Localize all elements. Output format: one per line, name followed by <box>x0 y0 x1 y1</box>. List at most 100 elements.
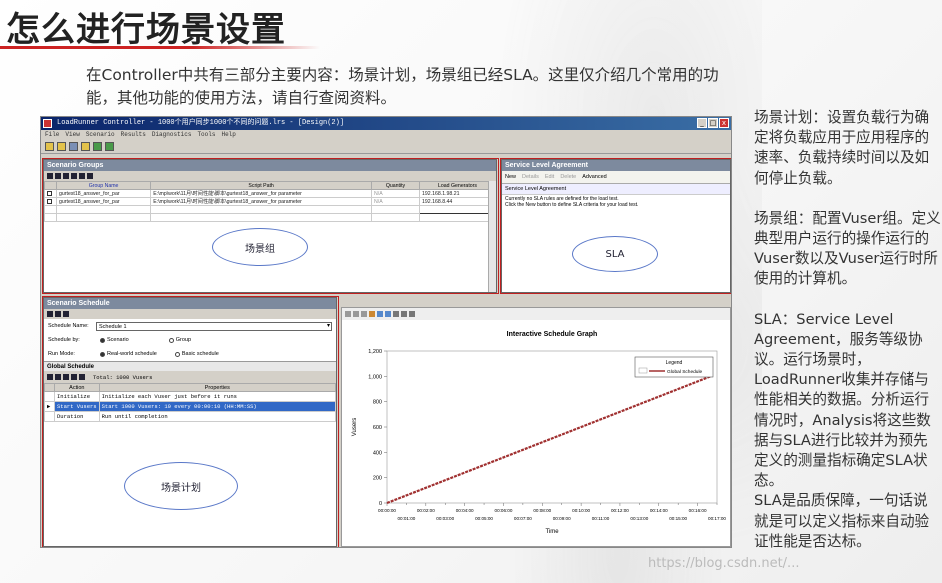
y-tick-label: 400 <box>373 450 382 456</box>
desc-sla: SLA：Service Level Agreement，服务等级协议。运行场景时… <box>754 310 931 490</box>
slide-title: 怎么进行场景设置 <box>6 10 286 50</box>
global-schedule-title: Global Schedule <box>44 361 336 371</box>
new-scenario-icon[interactable] <box>45 142 54 151</box>
move-down-icon[interactable] <box>79 374 85 380</box>
col-script-path[interactable]: Script Path <box>150 181 372 190</box>
window-title: LoadRunner Controller - 1000个用户同步1000个不同… <box>57 119 345 127</box>
table-row[interactable]: Initialize Initialize each Vuser just bef… <box>44 391 337 402</box>
sla-delete-button[interactable]: Delete <box>560 174 576 180</box>
menu-view[interactable]: View <box>65 130 79 140</box>
scenario-groups-panel: Scenario Groups Group Name Script Path Q… <box>43 159 497 293</box>
table-row[interactable] <box>44 205 496 214</box>
real-world-label: Real-world schedule <box>107 351 157 357</box>
sla-advanced-button[interactable]: Advanced <box>582 174 606 180</box>
global-schedule-toolbar: Total: 1000 Vusers <box>44 371 336 383</box>
edit-graph-icon[interactable] <box>369 311 375 317</box>
zoom-in-icon[interactable] <box>393 311 399 317</box>
y-tick-label: 1,200 <box>368 349 382 355</box>
close-button[interactable]: x <box>719 118 729 128</box>
table-row[interactable]: Duration Run until completion <box>44 411 337 422</box>
sla-details-button[interactable]: Details <box>522 174 539 180</box>
stop-group-icon[interactable] <box>55 173 61 179</box>
real-world-radio[interactable] <box>100 351 105 357</box>
sla-new-button[interactable]: New <box>505 174 516 180</box>
start-group-icon[interactable] <box>47 173 53 179</box>
sla-cloud-callout: SLA <box>572 236 658 272</box>
move-up-icon[interactable] <box>71 374 77 380</box>
x-tick-label: 00:08:00 <box>533 508 551 513</box>
col-action: Action <box>54 383 100 392</box>
save-icon[interactable] <box>69 142 78 151</box>
open-icon[interactable] <box>57 142 66 151</box>
main-toolbar <box>41 140 731 154</box>
y-tick-label: 200 <box>373 476 382 482</box>
schedule-name-select[interactable]: Schedule 1 <box>96 321 332 331</box>
schedule-header: Scenario Schedule <box>44 298 336 309</box>
remove-group-icon[interactable] <box>79 173 85 179</box>
graph-mode-icon[interactable] <box>385 311 391 317</box>
graph-mode-icon[interactable] <box>377 311 383 317</box>
group-radio[interactable] <box>168 337 174 343</box>
groups-header: Scenario Groups <box>44 160 496 171</box>
pause-icon[interactable] <box>63 173 69 179</box>
menu-diagnostics[interactable]: Diagnostics <box>152 130 192 140</box>
scenario-radio[interactable] <box>100 337 105 343</box>
col-quantity[interactable]: Quantity <box>371 181 420 190</box>
col-load-generators[interactable]: Load Generators <box>419 181 496 190</box>
graph-tool-icon[interactable] <box>361 311 367 317</box>
menu-results[interactable]: Results <box>121 130 146 140</box>
props-cell: Run until completion <box>98 411 337 422</box>
menu-file[interactable]: File <box>45 130 59 140</box>
schedule-name-label: Schedule Name: <box>48 323 89 329</box>
groups-cloud-label: 场景组 <box>245 243 275 255</box>
zoom-reset-icon[interactable] <box>409 311 415 317</box>
group-checkbox[interactable] <box>47 198 52 204</box>
desc-schedule: 场景计划：设置负载行为确定将负载应用于应用程序的速率、负载持续时间以及如何停止负… <box>754 109 930 187</box>
group-name: gurtest18_answer_for_par <box>55 189 152 198</box>
new-schedule-icon[interactable] <box>47 311 53 317</box>
graph-tool-icon[interactable] <box>345 311 351 317</box>
run-icon[interactable] <box>93 142 102 151</box>
graph-tool-icon[interactable] <box>353 311 359 317</box>
menu-help[interactable]: Help <box>221 130 235 140</box>
zoom-out-icon[interactable] <box>401 311 407 317</box>
legend-label: Global Schedule <box>667 369 703 375</box>
app-icon <box>43 119 52 128</box>
table-row[interactable]: ▶ Start Vusers Start 1000 Vusers: 10 every… <box>44 401 337 412</box>
basic-radio[interactable] <box>174 351 180 357</box>
menu-tools[interactable]: Tools <box>197 130 215 140</box>
interactive-schedule-graph[interactable]: Interactive Schedule Graph 0 200 400 600 800 1… <box>342 321 730 547</box>
right-description: 场景计划：设置负载行为确定将负载应用于应用程序的速率、负载持续时间以及如何停止负… <box>754 108 942 552</box>
col-properties: Properties <box>98 383 337 392</box>
y-tick-label: 1,000 <box>368 374 382 380</box>
rename-icon[interactable] <box>63 311 69 317</box>
table-row[interactable]: gurtest18_answer_for_par E:\mp\work\11月\… <box>44 197 496 206</box>
design-icon[interactable] <box>81 142 90 151</box>
x-tick-label: 00:03:00 <box>436 516 454 521</box>
col-group-name[interactable]: Group Name <box>55 181 152 190</box>
x-tick-label: 00:07:00 <box>514 516 532 521</box>
schedule-name-row: Schedule Name: Schedule 1 <box>44 319 336 333</box>
group-checkbox[interactable] <box>47 190 52 196</box>
load-generator: 192.168.8.44 <box>419 197 496 206</box>
details-icon[interactable] <box>87 173 93 179</box>
add-action-icon[interactable] <box>55 374 61 380</box>
sla-edit-button[interactable]: Edit <box>545 174 554 180</box>
minimize-button[interactable]: _ <box>697 118 707 128</box>
legend-swatch-box <box>638 367 648 374</box>
groups-scrollbar[interactable] <box>488 181 496 292</box>
menu-scenario[interactable]: Scenario <box>86 130 115 140</box>
desc-sla-summary: SLA是品质保障，一句话说就是可以定义指标来自动验证性能是否达标。 <box>754 492 930 550</box>
x-tick-label: 00:13:00 <box>630 516 648 521</box>
add-group-icon[interactable] <box>71 173 77 179</box>
table-row[interactable]: gurtest18_answer_for_par E:\mp\work\11月\… <box>44 189 496 198</box>
delete-schedule-icon[interactable] <box>55 311 61 317</box>
y-tick-label: 600 <box>373 425 382 431</box>
edit-action-icon[interactable] <box>47 374 53 380</box>
y-tick-label: 0 <box>379 501 382 507</box>
sla-section-title: Service Level Agreement <box>502 184 730 195</box>
maximize-button[interactable]: □ <box>708 118 718 128</box>
results-icon[interactable] <box>105 142 114 151</box>
delete-action-icon[interactable] <box>63 374 69 380</box>
script-path: E:\mp\work\11月\时间性能\脚本\gurtest18_answer_… <box>150 189 372 198</box>
